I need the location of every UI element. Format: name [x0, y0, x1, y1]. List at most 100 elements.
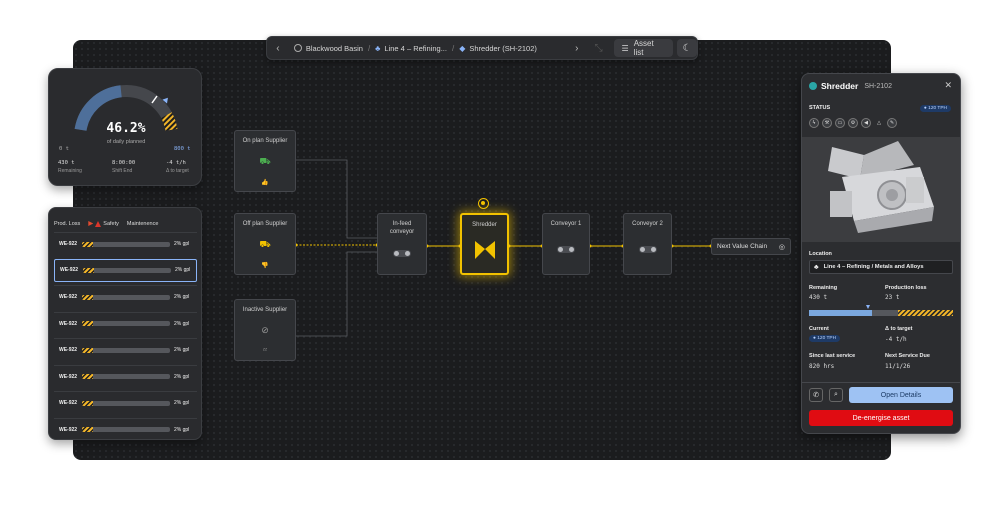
chat-icon[interactable]: ▭ — [835, 118, 845, 128]
list-icon: ☰ — [621, 43, 629, 53]
close-icon[interactable]: ✕ — [944, 80, 952, 91]
search-icon: ⌕ — [834, 391, 838, 398]
production-loss-value: 23 t — [885, 294, 900, 301]
warning-icon[interactable]: △ — [874, 118, 884, 128]
location-label: Location — [809, 251, 832, 257]
delta-label: Δ to target — [885, 326, 913, 332]
panel-header: Shredder SH-2102 — [809, 81, 892, 91]
off-plan-supplier-node[interactable]: Off plan Supplier ⛟ 👎 — [234, 213, 296, 275]
loss-fill — [82, 294, 93, 300]
current-tph-badge: ● 120 TPH — [809, 335, 841, 342]
truck-off-icon: ⊘ — [261, 325, 269, 335]
list-item[interactable]: WE-922 2% gpl — [54, 285, 197, 308]
loss-bar — [82, 427, 170, 432]
remaining-label: Remaining — [58, 168, 82, 174]
list-item[interactable]: WE-922 2% gpl — [54, 391, 197, 414]
list-item[interactable]: WE-922 2% gpl — [54, 338, 197, 361]
edit-icon[interactable]: ✎ — [887, 118, 897, 128]
de-energise-button[interactable]: De-energise asset — [809, 410, 953, 426]
back-button[interactable]: ‹ — [269, 39, 287, 57]
panel-asset-code: SH-2102 — [864, 82, 892, 90]
loss-percent: 2% gpl — [174, 241, 190, 247]
gauge-value: 46.2% — [106, 121, 146, 136]
breadcrumb-site[interactable]: Blackwood Basin — [289, 44, 368, 53]
delta-label: Δ to target — [166, 168, 189, 174]
asset-id: WE-922 — [59, 320, 78, 327]
on-plan-supplier-node[interactable]: On plan Supplier ⛟ 👍 — [234, 130, 296, 192]
production-progress-bar — [809, 305, 953, 316]
tab-prod-loss[interactable]: Prod. Loss — [54, 221, 80, 227]
forward-button[interactable]: › — [568, 39, 586, 57]
loss-bar — [82, 347, 170, 353]
loss-fill — [82, 321, 93, 326]
location-field: ♣ Line 4 – Refining / Metals and Alloys — [809, 260, 953, 274]
collapse-icon[interactable]: ⤡ — [590, 39, 608, 57]
conveyor-2-node[interactable]: Conveyor 2 — [623, 213, 672, 275]
node-label: Shredder — [472, 222, 497, 228]
node-label: Conveyor 2 — [632, 221, 663, 227]
truck-icon: ⛟ — [259, 239, 271, 249]
breadcrumb-asset[interactable]: ◆ Shredder (SH-2102) — [454, 44, 542, 53]
tab-maintenance[interactable]: Maintenence — [127, 221, 159, 227]
asset-id: WE-922 — [59, 294, 78, 300]
asset-list-button[interactable]: ☰ Asset list — [613, 39, 674, 57]
thumbs-down-icon: 👎 — [261, 263, 269, 269]
tph-badge: ● 120 TPH — [919, 105, 951, 112]
asset-list-label: Asset list — [633, 39, 654, 57]
node-label: Next Value Chain — [717, 243, 768, 250]
phone-icon: ✆ — [813, 392, 819, 399]
wrench-icon[interactable]: ⚒ — [822, 118, 832, 128]
asset-id: WE-922 — [60, 267, 79, 273]
loss-bar — [82, 321, 170, 326]
loss-bar — [82, 241, 170, 247]
loss-percent: 2% gpl — [174, 320, 190, 327]
gear-icon[interactable]: ⚙ — [848, 118, 858, 128]
remaining-value: 430 t — [809, 294, 828, 301]
breadcrumb-label: Line 4 – Refining... — [384, 43, 447, 53]
list-item[interactable]: WE-922 2% gpl — [54, 417, 197, 441]
gauge-max-label: 800 t — [174, 146, 191, 152]
inactive-supplier-node[interactable]: Inactive Supplier ⊘ ᶻᶻ — [234, 299, 296, 361]
megaphone-icon[interactable]: ◀ — [861, 118, 871, 128]
conveyor-1-node[interactable]: Conveyor 1 — [542, 213, 590, 275]
remaining-label: Remaining — [809, 285, 838, 291]
next-value-chain-node[interactable]: Next Value Chain ◎ — [711, 238, 791, 255]
panel-title: Shredder — [821, 81, 859, 91]
delta-value: -4 t/h — [166, 160, 186, 166]
list-item[interactable]: WE-922 2% gpl — [54, 232, 197, 255]
conveyor-icon — [557, 246, 575, 253]
app-screen: ‹ Blackwood Basin / ♣ Line 4 – Refining.… — [0, 0, 1000, 513]
infeed-conveyor-node[interactable]: In-feed conveyor — [377, 213, 427, 275]
conveyor-icon — [638, 246, 657, 253]
breadcrumb-line[interactable]: ♣ Line 4 – Refining... — [370, 44, 452, 53]
inspect-button[interactable]: ⌕ — [829, 388, 843, 402]
shift-end-value: 8:00:00 — [112, 160, 136, 166]
tab-safety[interactable]: Safety — [88, 220, 119, 227]
status-icons: ϟ ⚒ ▭ ⚙ ◀ △ ✎ — [809, 118, 897, 128]
conveyor-icon — [393, 250, 411, 257]
bolt-icon[interactable]: ϟ — [809, 118, 819, 128]
line-icon: ♣ — [814, 263, 819, 271]
loss-percent: 2% gpl — [174, 400, 190, 406]
shredder-node[interactable]: Shredder — [460, 213, 509, 275]
list-item[interactable]: WE-922 2% gpl — [54, 364, 197, 388]
loss-percent: 2% gpl — [174, 373, 190, 380]
loss-fill — [898, 310, 953, 316]
status-label: STATUS — [809, 105, 831, 111]
list-tabs: Prod. Loss Safety Maintenence — [49, 208, 201, 230]
next-service-label: Next Service Due — [885, 353, 930, 359]
node-label: Off plan Supplier — [242, 221, 288, 227]
theme-toggle-button[interactable]: ☾ — [677, 39, 698, 57]
list-item[interactable]: WE-922 2% gpl — [54, 311, 197, 335]
loss-bar — [83, 267, 171, 273]
daily-progress-card: 46.2% of daily planned 0 t 800 t 430 t R… — [48, 68, 202, 186]
progress-marker — [865, 305, 870, 309]
list-item[interactable]: WE-922 2% gpl — [54, 258, 197, 282]
loss-fill — [82, 347, 93, 353]
open-details-button[interactable]: Open Details — [849, 387, 953, 403]
target-icon[interactable] — [478, 198, 489, 209]
loss-percent: 2% gpl — [174, 426, 190, 433]
call-button[interactable]: ✆ — [809, 388, 823, 402]
breadcrumb-label: Shredder (SH-2102) — [469, 43, 537, 53]
moon-icon: ☾ — [682, 42, 692, 54]
